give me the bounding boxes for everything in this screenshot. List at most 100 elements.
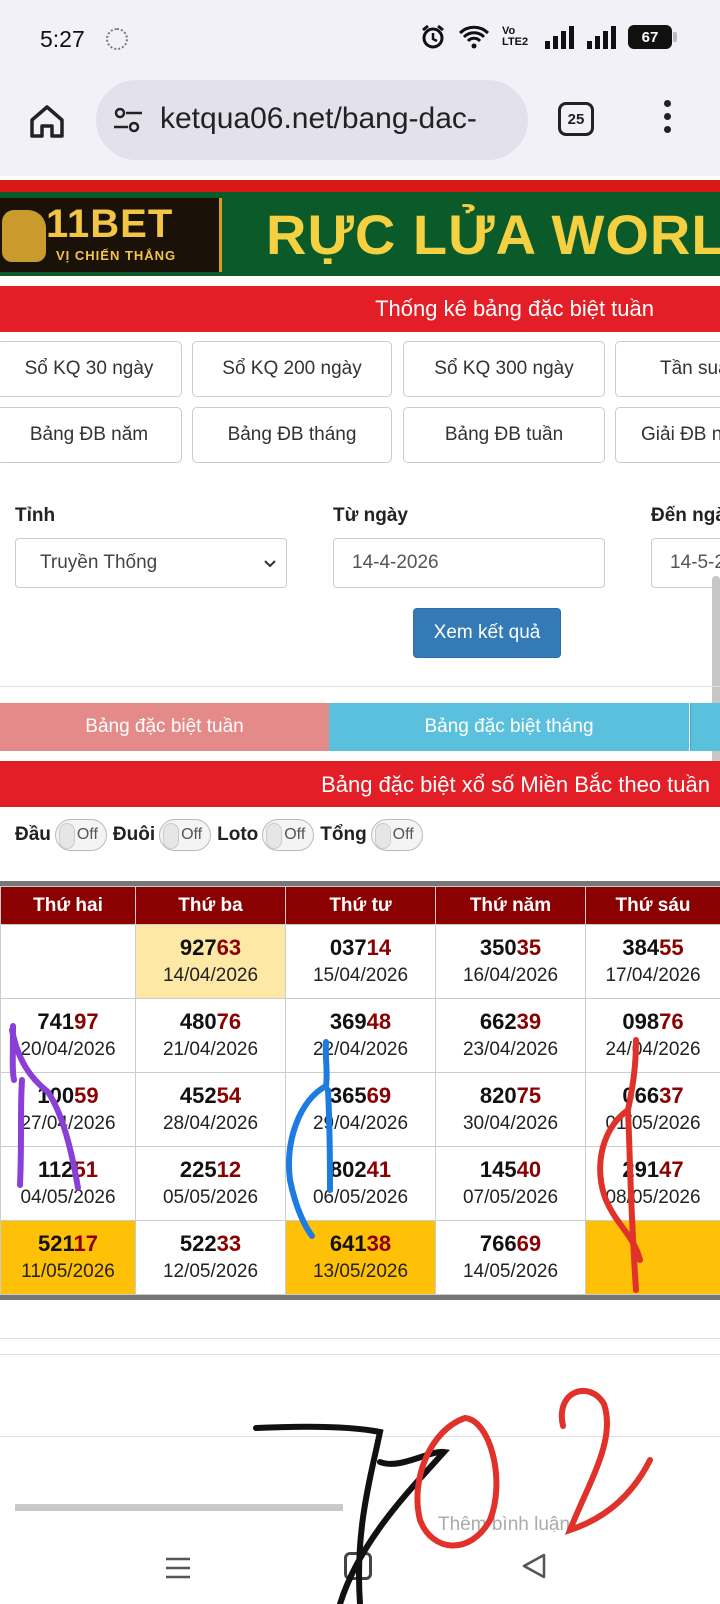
result-number: 45254 xyxy=(136,1082,285,1110)
result-cell: 09876 24/04/2026 xyxy=(585,998,720,1073)
toggle-tong[interactable]: Off xyxy=(370,819,423,851)
link-giai-db[interactable]: Giải ĐB n xyxy=(615,407,720,463)
brand-name: 11BET xyxy=(46,202,174,246)
wifi-icon xyxy=(458,25,490,49)
result-number: 52233 xyxy=(136,1230,285,1258)
number-tail: 39 xyxy=(516,1008,542,1034)
link-tan-suat[interactable]: Tần suấ xyxy=(615,341,720,397)
tab-more[interactable] xyxy=(690,703,720,751)
result-cell: 52233 12/05/2026 xyxy=(135,1220,286,1295)
number-head: 100 xyxy=(37,1082,75,1108)
number-tail: 75 xyxy=(516,1082,542,1108)
result-date: 01/05/2026 xyxy=(605,1112,701,1134)
recent-apps-icon[interactable] xyxy=(164,1554,192,1582)
toggle-duoi[interactable]: Off xyxy=(159,819,212,851)
result-number: 35035 xyxy=(436,934,585,962)
link-so-kq-300[interactable]: Sổ KQ 300 ngày xyxy=(403,341,605,397)
result-date: 23/04/2026 xyxy=(462,1038,559,1060)
result-number: 29147 xyxy=(586,1156,720,1184)
result-number: 52117 xyxy=(1,1230,135,1258)
tab-monthly[interactable]: Bảng đặc biệt tháng xyxy=(329,703,689,751)
to-date-input[interactable]: 14-5-2 xyxy=(651,538,720,588)
number-head: 384 xyxy=(622,934,660,960)
table-row: 74197 20/04/2026 48076 21/04/2026 36948 22/04… xyxy=(0,998,720,1073)
view-results-button[interactable]: Xem kết quả xyxy=(413,608,561,658)
section-header: Thống kê bảng đặc biệt tuần xyxy=(0,286,720,332)
number-head: 641 xyxy=(329,1230,367,1256)
table-header-row: Thứ hai Thứ ba Thứ tư Thứ năm Thứ sáu xyxy=(0,886,720,925)
from-date-label: Từ ngày xyxy=(333,505,408,526)
link-bang-db-tuan[interactable]: Bảng ĐB tuần xyxy=(403,407,605,463)
number-tail: 35 xyxy=(516,934,542,960)
result-number: 74197 xyxy=(1,1008,135,1036)
result-date: 22/04/2026 xyxy=(312,1038,409,1060)
result-date: 04/05/2026 xyxy=(20,1186,116,1208)
tab-switcher-button[interactable]: 25 xyxy=(558,102,594,136)
more-menu-icon[interactable] xyxy=(664,100,672,139)
number-head: 369 xyxy=(329,1008,367,1034)
result-cell: 48076 21/04/2026 xyxy=(135,998,286,1073)
result-date: 12/05/2026 xyxy=(162,1260,259,1282)
province-select[interactable]: Truyền Thống xyxy=(15,538,287,588)
result-cell: 06637 01/05/2026 xyxy=(585,1072,720,1147)
from-date-input[interactable]: 14-4-2026 xyxy=(333,538,605,588)
link-so-kq-200[interactable]: Sổ KQ 200 ngày xyxy=(192,341,392,397)
status-time: 5:27 xyxy=(40,26,85,52)
number-head: 927 xyxy=(179,934,217,960)
result-date: 24/04/2026 xyxy=(605,1038,701,1060)
col-header-wed: Thứ tư xyxy=(285,886,436,925)
result-number: 66239 xyxy=(436,1008,585,1036)
table-row: 52117 11/05/2026 52233 12/05/2026 64138 13/05… xyxy=(0,1220,720,1295)
result-number: 38455 xyxy=(586,934,720,962)
table-row: 10059 27/04/2026 45254 28/04/2026 36569 29/04… xyxy=(0,1072,720,1147)
number-tail: 37 xyxy=(659,1082,684,1108)
battery-icon: 67 xyxy=(628,25,677,49)
loading-bar xyxy=(15,1504,343,1511)
link-bang-db-thang[interactable]: Bảng ĐB tháng xyxy=(192,407,392,463)
result-date: 05/05/2026 xyxy=(162,1186,259,1208)
ad-banner[interactable]: 11BET VỊ CHIẾN THẮNG RỰC LỬA WORL xyxy=(0,180,720,276)
toggle-label-tong: Tổng xyxy=(320,824,367,845)
status-icons: Vo LTE2 67 xyxy=(420,24,677,50)
home-nav-icon[interactable] xyxy=(344,1552,372,1580)
result-date: 13/05/2026 xyxy=(312,1260,409,1282)
address-bar[interactable]: ketqua06.net/bang-dac- xyxy=(96,80,528,160)
number-head: 145 xyxy=(479,1156,517,1182)
signal-icon-1 xyxy=(545,26,574,49)
number-head: 225 xyxy=(179,1156,217,1182)
home-icon[interactable] xyxy=(28,102,66,140)
result-cell: 10059 27/04/2026 xyxy=(0,1072,136,1147)
number-head: 802 xyxy=(329,1156,367,1182)
toggle-loto[interactable]: Off xyxy=(262,819,315,851)
number-head: 766 xyxy=(479,1230,517,1256)
results-table: Thứ hai Thứ ba Thứ tư Thứ năm Thứ sáu 92… xyxy=(0,881,720,1300)
result-cell xyxy=(585,1220,720,1295)
result-cell: 11251 04/05/2026 xyxy=(0,1146,136,1221)
province-label: Tỉnh xyxy=(15,505,56,526)
result-date: 27/04/2026 xyxy=(20,1112,116,1134)
back-icon[interactable] xyxy=(520,1552,548,1580)
number-head: 480 xyxy=(179,1008,217,1034)
result-number: 48076 xyxy=(136,1008,285,1036)
toggle-dau[interactable]: Off xyxy=(54,819,107,851)
to-date-label: Đến ngà xyxy=(651,505,720,526)
number-head: 112 xyxy=(38,1156,74,1182)
table-title: Bảng đặc biệt xổ số Miền Bắc theo tuần xyxy=(321,772,710,797)
result-cell: 29147 08/05/2026 xyxy=(585,1146,720,1221)
table-header-bar: Bảng đặc biệt xổ số Miền Bắc theo tuần xyxy=(0,761,720,807)
number-head: 741 xyxy=(37,1008,75,1034)
result-number: 64138 xyxy=(286,1230,435,1258)
result-date: 15/04/2026 xyxy=(312,964,409,986)
tab-weekly[interactable]: Bảng đặc biệt tuần xyxy=(0,703,329,751)
result-cell xyxy=(0,924,136,999)
result-cell: 35035 16/04/2026 xyxy=(435,924,586,999)
result-cell: 14540 07/05/2026 xyxy=(435,1146,586,1221)
link-bang-db-nam[interactable]: Bảng ĐB năm xyxy=(0,407,182,463)
number-tail: 97 xyxy=(74,1008,99,1034)
link-so-kq-30[interactable]: Sổ KQ 30 ngày xyxy=(0,341,182,397)
result-number: 92763 xyxy=(136,934,285,962)
number-head: 098 xyxy=(622,1008,660,1034)
province-value: Truyền Thống xyxy=(40,552,158,573)
site-settings-icon[interactable] xyxy=(112,106,144,134)
result-number: 22512 xyxy=(136,1156,285,1184)
